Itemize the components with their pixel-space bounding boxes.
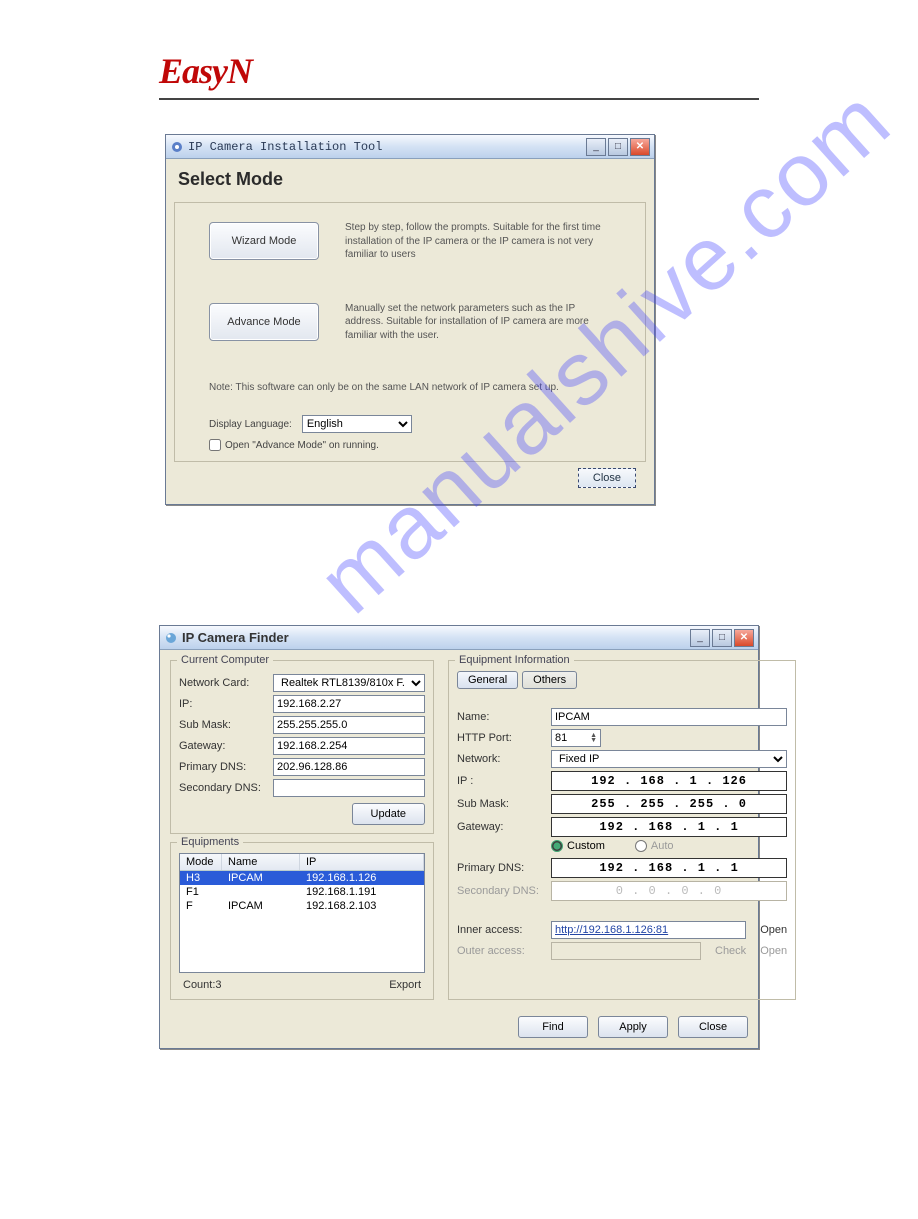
- wizard-mode-button[interactable]: Wizard Mode: [209, 222, 319, 260]
- rgw-label: Gateway:: [457, 821, 545, 833]
- brand-logo: EasyN: [159, 50, 759, 92]
- note-text: Note: This software can only be on the s…: [209, 382, 625, 393]
- radio-auto[interactable]: [635, 840, 647, 852]
- pdns-field[interactable]: [273, 758, 425, 776]
- rip-label: IP :: [457, 775, 545, 787]
- open-advance-checkbox[interactable]: [209, 439, 221, 451]
- rsdns-field: 0 . 0 . 0 . 0: [551, 881, 787, 901]
- ip-field[interactable]: [273, 695, 425, 713]
- gw-label: Gateway:: [179, 740, 267, 752]
- port-stepper[interactable]: 81 ▲▼: [551, 729, 601, 747]
- titlebar: IP Camera Installation Tool _ □ ✕: [166, 135, 654, 159]
- sdns-field[interactable]: [273, 779, 425, 797]
- inner-label: Inner access:: [457, 924, 545, 936]
- apply-button[interactable]: Apply: [598, 1016, 668, 1038]
- wizard-desc: Step by step, follow the prompts. Suitab…: [345, 221, 605, 262]
- nic-select[interactable]: Realtek RTL8139/810x F.: [273, 674, 425, 692]
- outer-url: [551, 942, 701, 960]
- maximize-button[interactable]: □: [712, 629, 732, 647]
- close-button[interactable]: Close: [678, 1016, 748, 1038]
- col-mode[interactable]: Mode: [180, 854, 222, 870]
- tab-general[interactable]: General: [457, 671, 518, 689]
- advance-desc: Manually set the network parameters such…: [345, 302, 605, 343]
- update-button[interactable]: Update: [352, 803, 425, 825]
- pdns-label: Primary DNS:: [179, 761, 267, 773]
- network-label: Network:: [457, 753, 545, 765]
- titlebar: IP Camera Finder _ □ ✕: [160, 626, 758, 650]
- group-title: Equipments: [177, 836, 243, 848]
- current-computer-group: Current Computer Network Card: Realtek R…: [170, 660, 434, 834]
- close-icon[interactable]: ✕: [734, 629, 754, 647]
- sdns-label: Secondary DNS:: [179, 782, 267, 794]
- inner-url[interactable]: [551, 921, 746, 939]
- table-row[interactable]: F IPCAM 192.168.2.103: [180, 899, 424, 913]
- table-row[interactable]: H3 IPCAM 192.168.1.126: [180, 871, 424, 885]
- mask-label: Sub Mask:: [179, 719, 267, 731]
- open-outer-link: Open: [760, 945, 787, 957]
- install-tool-window: IP Camera Installation Tool _ □ ✕ Select…: [165, 134, 655, 505]
- col-ip[interactable]: IP: [300, 854, 424, 870]
- close-icon[interactable]: ✕: [630, 138, 650, 156]
- camera-finder-window: IP Camera Finder _ □ ✕ Current Computer …: [159, 625, 759, 1049]
- group-title: Current Computer: [177, 654, 273, 666]
- table-row[interactable]: F1 192.168.1.191: [180, 885, 424, 899]
- mask-field[interactable]: [273, 716, 425, 734]
- rsdns-label: Secondary DNS:: [457, 885, 545, 897]
- app-icon: [170, 140, 184, 154]
- ip-label: IP:: [179, 698, 267, 710]
- equipments-group: Equipments Mode Name IP H3 IPCA: [170, 842, 434, 1000]
- outer-label: Outer access:: [457, 945, 545, 957]
- radio-custom[interactable]: [551, 840, 563, 852]
- group-title: Equipment Information: [455, 654, 574, 666]
- app-icon: [164, 631, 178, 645]
- network-select[interactable]: Fixed IP: [551, 750, 787, 768]
- find-button[interactable]: Find: [518, 1016, 588, 1038]
- check-link: Check: [715, 945, 746, 957]
- stepper-arrows-icon[interactable]: ▲▼: [590, 733, 597, 743]
- equipment-table[interactable]: Mode Name IP H3 IPCAM 192.168.1.126: [179, 853, 425, 973]
- export-link[interactable]: Export: [389, 979, 421, 991]
- window-title: IP Camera Finder: [182, 630, 686, 645]
- open-inner-link[interactable]: Open: [760, 924, 787, 936]
- rmask-field[interactable]: 255 . 255 . 255 . 0: [551, 794, 787, 814]
- language-label: Display Language:: [209, 419, 292, 430]
- open-advance-label: Open "Advance Mode" on running.: [225, 440, 379, 451]
- maximize-button[interactable]: □: [608, 138, 628, 156]
- advance-mode-button[interactable]: Advance Mode: [209, 303, 319, 341]
- close-button[interactable]: Close: [578, 468, 636, 488]
- nic-label: Network Card:: [179, 677, 267, 689]
- port-label: HTTP Port:: [457, 732, 545, 744]
- minimize-button[interactable]: _: [586, 138, 606, 156]
- divider: [159, 98, 759, 100]
- rgw-field[interactable]: 192 . 168 . 1 . 1: [551, 817, 787, 837]
- name-label: Name:: [457, 711, 545, 723]
- tab-others[interactable]: Others: [522, 671, 577, 689]
- col-name[interactable]: Name: [222, 854, 300, 870]
- rpdns-label: Primary DNS:: [457, 862, 545, 874]
- gw-field[interactable]: [273, 737, 425, 755]
- equipment-info-group: Equipment Information General Others Nam…: [448, 660, 796, 1000]
- page-heading: Select Mode: [178, 169, 646, 190]
- minimize-button[interactable]: _: [690, 629, 710, 647]
- count-label: Count:3: [183, 979, 222, 991]
- name-field[interactable]: [551, 708, 787, 726]
- window-title: IP Camera Installation Tool: [188, 140, 582, 154]
- language-select[interactable]: English: [302, 415, 412, 433]
- rip-field[interactable]: 192 . 168 . 1 . 126: [551, 771, 787, 791]
- rpdns-field[interactable]: 192 . 168 . 1 . 1: [551, 858, 787, 878]
- rmask-label: Sub Mask:: [457, 798, 545, 810]
